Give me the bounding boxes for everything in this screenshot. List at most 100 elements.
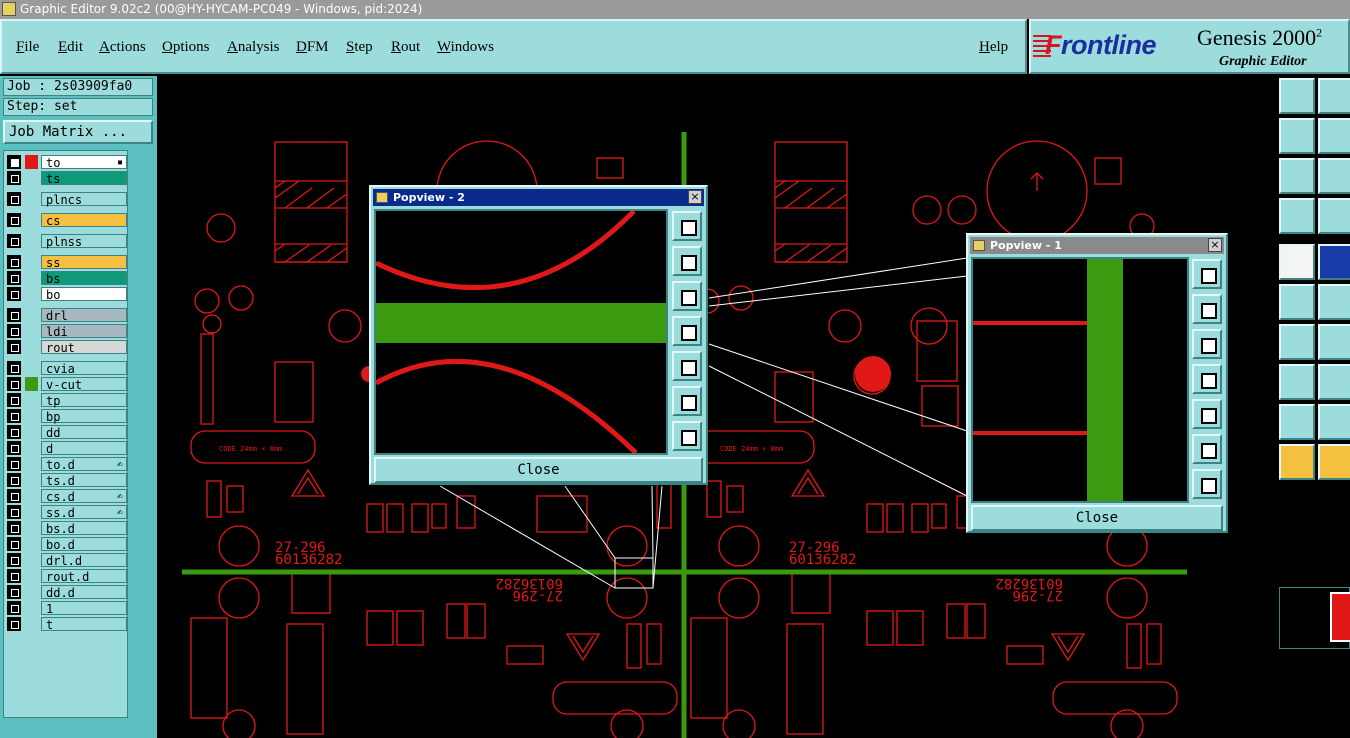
popview-1-pan-down-button[interactable]: [1192, 329, 1222, 359]
layer-color-swatch[interactable]: [25, 409, 38, 423]
layer-checkbox[interactable]: [7, 569, 21, 583]
layer-name[interactable]: ldi: [41, 324, 127, 339]
layer-checkbox[interactable]: [7, 425, 21, 439]
tool-triangle-outline-icon[interactable]: [1318, 404, 1350, 440]
layer-color-swatch[interactable]: [25, 361, 38, 375]
job-matrix-button[interactable]: Job Matrix ...: [3, 120, 153, 144]
layer-checkbox[interactable]: [7, 489, 21, 503]
layer-row[interactable]: drl: [7, 308, 127, 323]
tool-line-horizontal-icon[interactable]: [1318, 364, 1350, 400]
layer-name[interactable]: bp: [41, 409, 127, 424]
layer-row[interactable]: bo.d: [7, 537, 127, 552]
popview-1-close-button[interactable]: Close: [971, 505, 1223, 531]
layer-checkbox[interactable]: [7, 192, 21, 206]
layer-color-swatch[interactable]: [25, 537, 38, 551]
menu-windows[interactable]: Windows: [437, 39, 494, 56]
layer-name[interactable]: drl.d: [41, 553, 127, 568]
layer-row[interactable]: cs: [7, 213, 127, 228]
tool-snap-icon[interactable]: [1279, 244, 1315, 280]
layer-row[interactable]: ldi: [7, 324, 127, 339]
layer-color-swatch[interactable]: [25, 457, 38, 471]
layer-row[interactable]: plncs: [7, 192, 127, 207]
layer-checkbox[interactable]: [7, 361, 21, 375]
layer-checkbox[interactable]: [7, 324, 21, 338]
layer-checkbox[interactable]: [7, 585, 21, 599]
layer-color-swatch[interactable]: [25, 171, 38, 185]
layer-checkbox[interactable]: [7, 521, 21, 535]
layer-checkbox[interactable]: [7, 473, 21, 487]
layer-row[interactable]: dd.d: [7, 585, 127, 600]
layer-color-swatch[interactable]: [25, 255, 38, 269]
tool-cross-icon[interactable]: [1318, 284, 1350, 320]
layer-checkbox[interactable]: [7, 505, 21, 519]
popview-1-pan-up-button[interactable]: [1192, 294, 1222, 324]
tool-zoom-in-icon[interactable]: [1279, 158, 1315, 194]
tool-pan-right-icon[interactable]: [1318, 118, 1350, 154]
layer-name[interactable]: d: [41, 441, 127, 456]
layer-checkbox[interactable]: [7, 308, 21, 322]
layer-color-swatch[interactable]: [25, 340, 38, 354]
layer-color-swatch[interactable]: [25, 234, 38, 248]
layer-name[interactable]: v-cut: [41, 377, 127, 392]
tool-zoom-out-icon[interactable]: [1318, 158, 1350, 194]
layer-name[interactable]: dd: [41, 425, 127, 440]
layer-row[interactable]: v-cut: [7, 377, 127, 392]
popview-2-close-icon[interactable]: ×: [688, 190, 702, 204]
tool-triangle-icon[interactable]: [1279, 404, 1315, 440]
layer-color-swatch[interactable]: [25, 553, 38, 567]
window-titlebar[interactable]: Graphic Editor 9.02c2 (00@HY-HYCAM-PC049…: [0, 0, 1350, 19]
popview-2-pan-down-button[interactable]: [672, 281, 702, 311]
menu-edit[interactable]: Edit: [58, 39, 83, 56]
layer-name[interactable]: bs.d: [41, 521, 127, 536]
layer-name[interactable]: cs.d ✍: [41, 489, 127, 504]
layer-checkbox[interactable]: [7, 213, 21, 227]
layer-color-swatch[interactable]: [25, 585, 38, 599]
layer-color-swatch[interactable]: [25, 521, 38, 535]
layer-name[interactable]: ss: [41, 255, 127, 270]
tool-pad-icon[interactable]: [1279, 364, 1315, 400]
layer-row[interactable]: plnss: [7, 234, 127, 249]
popview-1-zoom-out-button[interactable]: [1192, 469, 1222, 499]
layer-name[interactable]: to.d ✍: [41, 457, 127, 472]
layer-row[interactable]: ss: [7, 255, 127, 270]
menu-options[interactable]: Options: [162, 39, 210, 56]
popview-2-viewport[interactable]: [374, 209, 668, 455]
popview-1-titlebar[interactable]: Popview - 1: [970, 237, 1224, 254]
layer-checkbox[interactable]: [7, 287, 21, 301]
layer-name[interactable]: cvia: [41, 361, 127, 376]
layer-name[interactable]: rout.d: [41, 569, 127, 584]
layer-checkbox[interactable]: [7, 441, 21, 455]
layer-checkbox[interactable]: [7, 155, 21, 169]
popview-2-window[interactable]: Popview - 2 × Close: [369, 185, 708, 485]
layer-name[interactable]: drl: [41, 308, 127, 323]
layer-checkbox[interactable]: [7, 271, 21, 285]
layer-color-swatch[interactable]: [25, 393, 38, 407]
layer-color-swatch[interactable]: [25, 308, 38, 322]
layer-color-swatch[interactable]: [25, 425, 38, 439]
layer-row[interactable]: d: [7, 441, 127, 456]
popview-1-pan-right-button[interactable]: [1192, 399, 1222, 429]
layer-name[interactable]: dd.d: [41, 585, 127, 600]
layer-row[interactable]: ts.d: [7, 473, 127, 488]
layer-row[interactable]: rout: [7, 340, 127, 355]
layer-checkbox[interactable]: [7, 409, 21, 423]
layer-color-swatch[interactable]: [25, 192, 38, 206]
tool-line-icon[interactable]: [1318, 324, 1350, 360]
layer-name[interactable]: bo.d: [41, 537, 127, 552]
popview-2-pan-left-button[interactable]: [672, 316, 702, 346]
popview-1-zoom-fit-button[interactable]: [1192, 259, 1222, 289]
layer-color-swatch[interactable]: [25, 505, 38, 519]
layer-color-swatch[interactable]: [25, 441, 38, 455]
layer-row[interactable]: ts: [7, 171, 127, 186]
layer-row[interactable]: bs: [7, 271, 127, 286]
layer-row[interactable]: dd: [7, 425, 127, 440]
popview-2-zoom-in-button[interactable]: [672, 386, 702, 416]
menu-dfm[interactable]: DFM: [296, 39, 329, 56]
tool-connect-icon[interactable]: [1279, 284, 1315, 320]
tool-pan-left-icon[interactable]: [1279, 118, 1315, 154]
layer-row[interactable]: cs.d ✍: [7, 489, 127, 504]
layer-row[interactable]: drl.d: [7, 553, 127, 568]
layer-color-swatch[interactable]: [25, 155, 38, 169]
layer-row[interactable]: to ▪: [7, 155, 127, 170]
layer-name[interactable]: 1: [41, 601, 127, 616]
